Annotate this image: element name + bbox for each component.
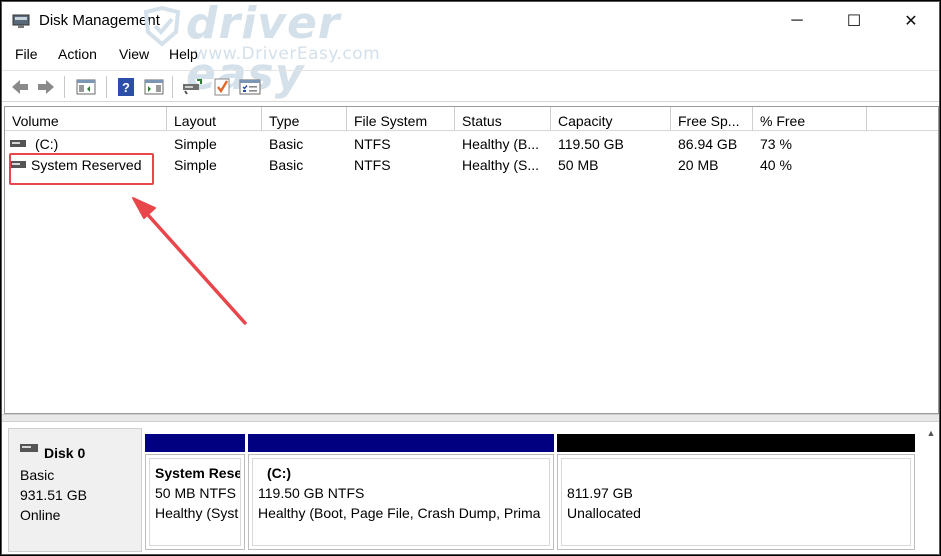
partition-size: 119.50 GB NTFS: [258, 485, 365, 501]
volume-list-header: Volume Layout Type File System Status Ca…: [5, 107, 938, 131]
properties-icon: [239, 79, 261, 95]
menu-file[interactable]: File: [15, 42, 38, 68]
disk-icon: [20, 444, 38, 452]
close-button[interactable]: ✕: [882, 2, 939, 40]
column-header-percent-free[interactable]: % Free: [753, 107, 867, 131]
partition-size: 50 MB NTFS: [155, 485, 236, 501]
disk-info-label[interactable]: Disk 0 Basic 931.51 GB Online: [8, 428, 142, 552]
column-header-status[interactable]: Status: [455, 107, 551, 131]
partition-c[interactable]: (C:) 119.50 GB NTFS Healthy (Boot, Page …: [248, 432, 554, 552]
volume-capacity: 50 MB: [558, 157, 599, 173]
volume-type: Basic: [269, 157, 304, 173]
partition-body: (C:) 119.50 GB NTFS Healthy (Boot, Page …: [248, 454, 554, 550]
partition-inner: (C:) 119.50 GB NTFS Healthy (Boot, Page …: [252, 458, 550, 546]
menu-help[interactable]: Help: [169, 42, 198, 68]
show-hide-console-tree-icon: [76, 79, 96, 95]
toolbar-separator: [64, 76, 65, 98]
column-header-free-space[interactable]: Free Sp...: [671, 107, 753, 131]
partition-title: System Rese: [155, 465, 241, 481]
annotation-highlight-box: [9, 153, 154, 185]
partition-body: 811.97 GB Unallocated: [557, 454, 915, 550]
show-action-pane-icon: [144, 79, 164, 95]
volume-name: (C:): [35, 136, 59, 152]
disk-management-window: Disk Management driver easy www.DriverEa…: [1, 1, 940, 555]
column-header-volume[interactable]: Volume: [5, 107, 167, 131]
window-title: Disk Management: [39, 12, 160, 29]
disk-name: Disk 0: [44, 445, 86, 461]
column-header-capacity[interactable]: Capacity: [551, 107, 671, 131]
volume-capacity: 119.50 GB: [558, 136, 624, 152]
partition-title: (C:): [267, 465, 292, 481]
disk-management-app-icon: [12, 14, 30, 28]
maximize-icon: ☐: [846, 13, 862, 30]
disk-size: 931.51 GB: [20, 487, 87, 503]
minimize-icon: ─: [791, 12, 803, 29]
scroll-up-button[interactable]: ▲: [923, 426, 939, 440]
partition-inner: System Rese 50 MB NTFS Healthy (Syst: [149, 458, 241, 546]
show-hide-console-tree-button[interactable]: [74, 75, 98, 99]
partition-unallocated[interactable]: 811.97 GB Unallocated: [557, 432, 915, 552]
title-bar: Disk Management driver easy www.DriverEa…: [2, 2, 939, 100]
partition-status: Healthy (Syst: [155, 505, 239, 521]
partition-system-reserved[interactable]: System Rese 50 MB NTFS Healthy (Syst: [145, 432, 245, 552]
volume-type: Basic: [269, 136, 304, 152]
forward-icon: [38, 80, 54, 94]
partition-bar: [248, 434, 554, 452]
partition-status: Healthy (Boot, Page File, Crash Dump, Pr…: [258, 505, 541, 521]
toolbar-separator: [172, 76, 173, 98]
volume-free-space: 20 MB: [678, 157, 719, 173]
toolbar: ?: [2, 70, 939, 102]
volume-percent-free: 40 %: [760, 157, 792, 173]
pane-splitter[interactable]: [2, 414, 939, 422]
minimize-button[interactable]: ─: [768, 2, 826, 40]
volume-percent-free: 73 %: [760, 136, 792, 152]
partition-body: System Rese 50 MB NTFS Healthy (Syst: [145, 454, 245, 550]
close-icon: ✕: [904, 13, 918, 30]
back-button[interactable]: [8, 75, 32, 99]
disk-state: Online: [20, 507, 61, 523]
toolbar-separator: [106, 76, 107, 98]
menu-bar: File Action View Help: [2, 42, 939, 68]
check-button[interactable]: [210, 75, 234, 99]
svg-text:?: ?: [122, 80, 130, 95]
partition-size: 811.97 GB: [567, 485, 633, 501]
volume-status: Healthy (B...: [462, 136, 540, 152]
volume-file-system: NTFS: [354, 136, 391, 152]
volume-drive-icon: [10, 140, 26, 147]
show-action-pane-button[interactable]: [142, 75, 166, 99]
column-header-layout[interactable]: Layout: [167, 107, 262, 131]
help-button[interactable]: ?: [114, 75, 138, 99]
partition-inner: 811.97 GB Unallocated: [561, 458, 911, 546]
maximize-button[interactable]: ☐: [825, 2, 883, 40]
connect-button[interactable]: [180, 75, 204, 99]
connect-icon: [183, 79, 202, 95]
volume-free-space: 86.94 GB: [678, 136, 738, 152]
volume-file-system: NTFS: [354, 157, 391, 173]
volume-row-c[interactable]: (C:) Simple Basic NTFS Healthy (B... 119…: [5, 134, 938, 155]
back-icon: [12, 80, 28, 94]
properties-button[interactable]: [238, 75, 262, 99]
volume-layout: Simple: [174, 136, 217, 152]
disk-type: Basic: [20, 467, 55, 483]
check-icon: [214, 78, 230, 96]
partition-bar: [145, 434, 245, 452]
volume-status: Healthy (S...: [462, 157, 540, 173]
forward-button[interactable]: [34, 75, 58, 99]
volume-layout: Simple: [174, 157, 217, 173]
volume-list: Volume Layout Type File System Status Ca…: [4, 106, 939, 414]
disk-graphical-view: Disk 0 Basic 931.51 GB Online System Res…: [4, 424, 939, 554]
help-icon: ?: [118, 78, 134, 96]
menu-action[interactable]: Action: [58, 42, 97, 68]
chevron-up-icon: ▲: [926, 428, 936, 438]
partition-bar: [557, 434, 915, 452]
partition-status: Unallocated: [567, 505, 641, 521]
menu-view[interactable]: View: [119, 42, 149, 68]
column-header-type[interactable]: Type: [262, 107, 347, 131]
column-header-file-system[interactable]: File System: [347, 107, 455, 131]
